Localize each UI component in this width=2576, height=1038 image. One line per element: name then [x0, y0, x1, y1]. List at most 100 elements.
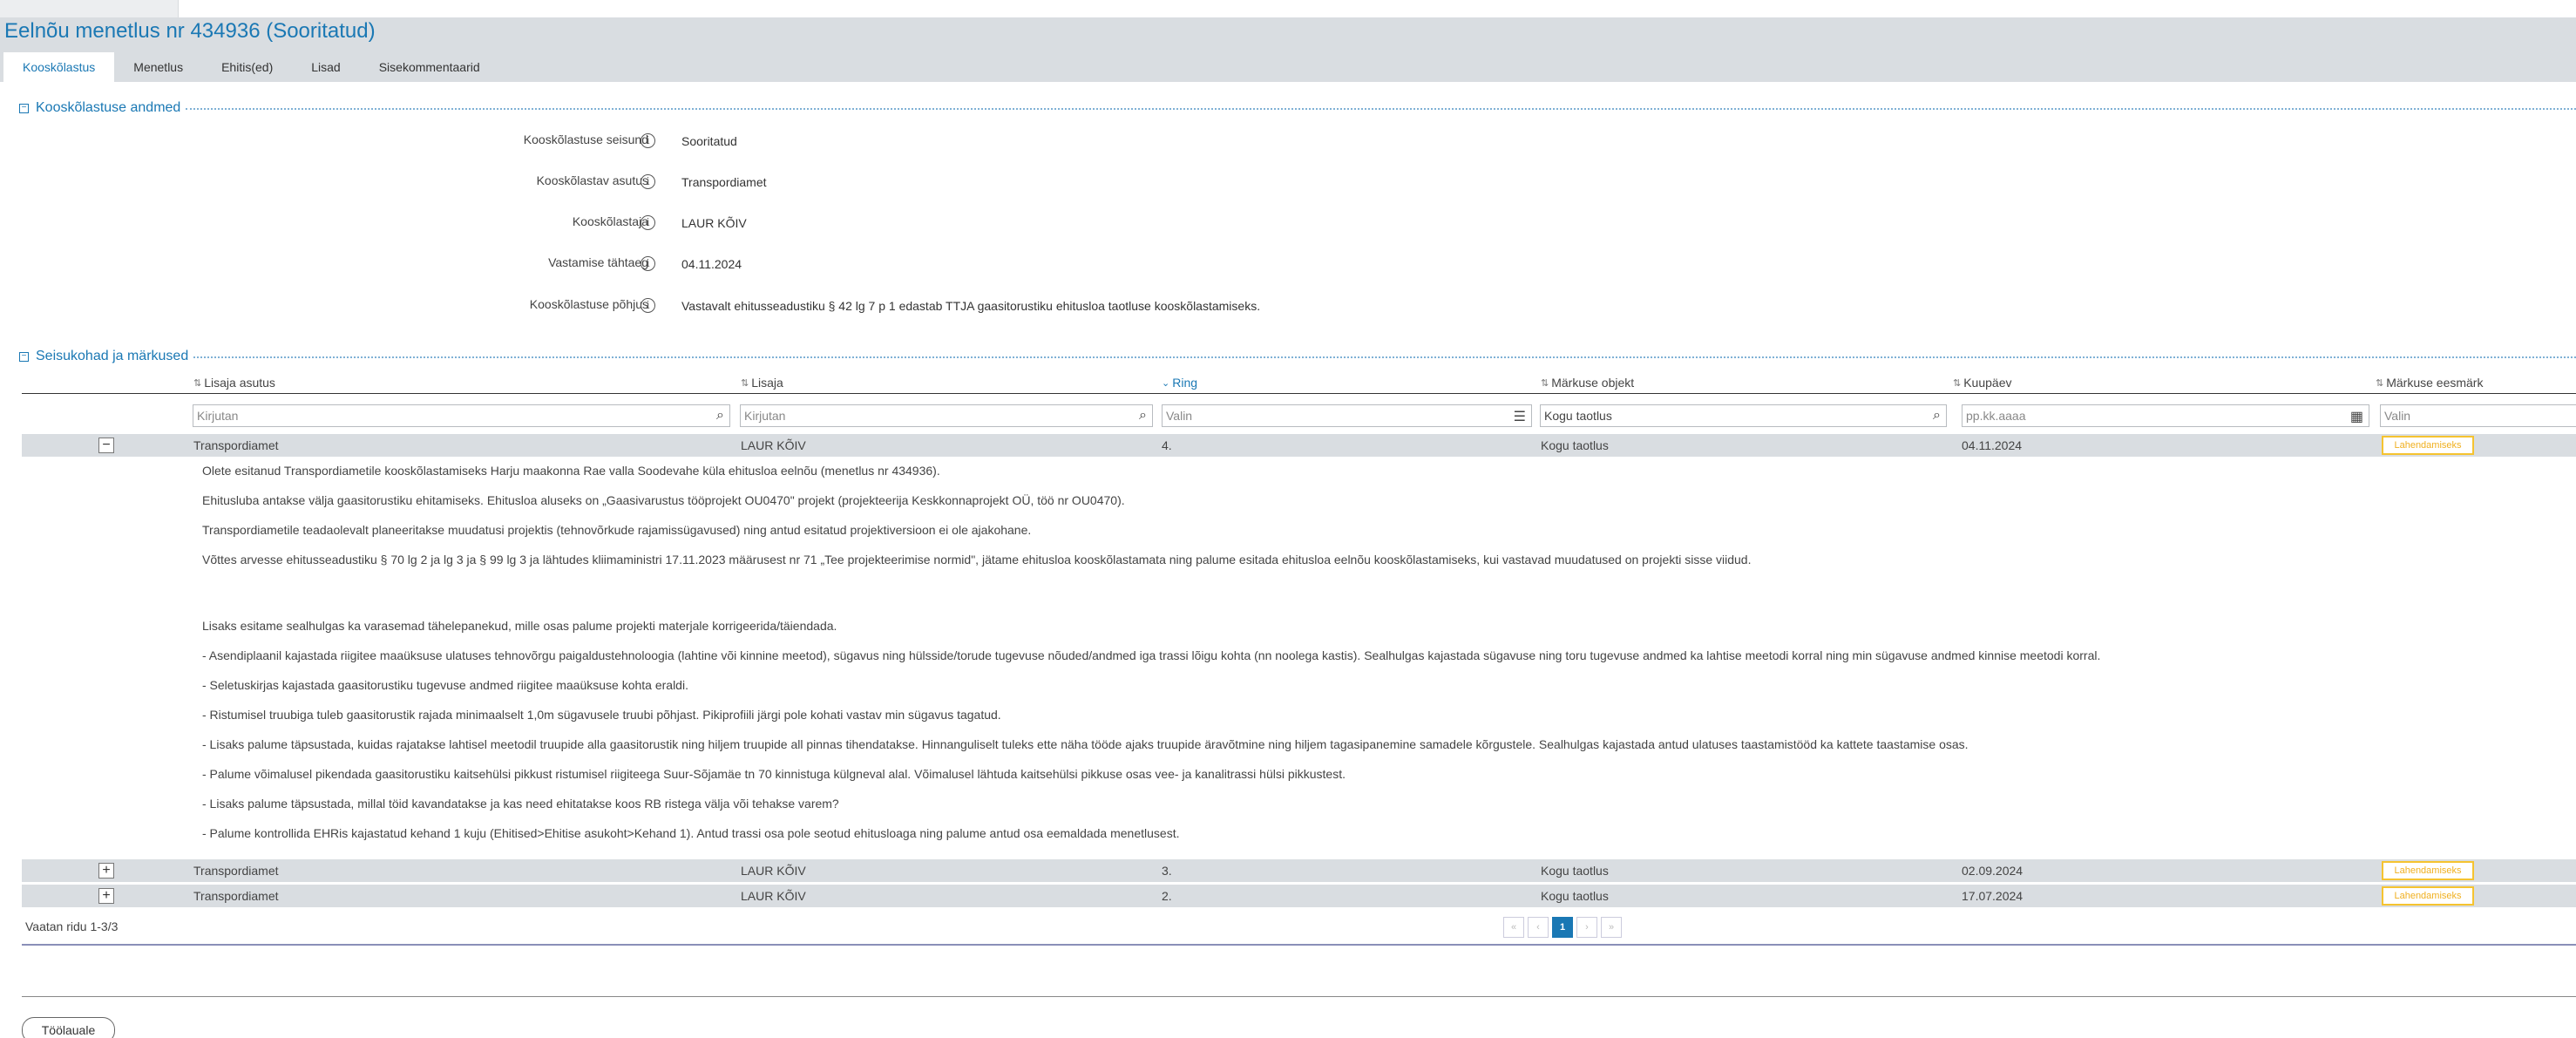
sort-icon: ⇅ [2376, 377, 2384, 389]
filter-markuse-eesmark[interactable]: Valin [2380, 404, 2576, 427]
column-header-ring[interactable]: ⌄ Ring [1162, 372, 1197, 393]
page-header: Eelnõu menetlus nr 434936 (Sooritatud) K… [0, 17, 2576, 82]
field-value: LAUR KÕIV [681, 216, 747, 230]
sort-icon: ⇅ [193, 377, 202, 389]
tab-kooskolastus[interactable]: Kooskõlastus [3, 52, 115, 82]
info-icon[interactable]: i [641, 256, 655, 271]
expand-row-button[interactable]: + [98, 863, 114, 879]
cell-ring: 4. [1162, 438, 1172, 452]
field-value: Transpordiamet [681, 175, 767, 189]
page-divider [22, 996, 2576, 997]
last-page-button[interactable]: » [1601, 917, 1622, 938]
detail-paragraph: - Asendiplaanil kajastada riigitee maaük… [202, 648, 2101, 662]
field-value: 04.11.2024 [681, 257, 742, 271]
field-label: Kooskõlastaja [572, 214, 648, 228]
cell-lisaja: LAUR KÕIV [741, 864, 806, 878]
table-row[interactable]: + Transpordiamet LAUR KÕIV 3. Kogu taotl… [22, 859, 2576, 882]
list-icon[interactable]: ☰ [1514, 408, 1526, 425]
search-icon[interactable]: ⌕ [1933, 408, 1941, 424]
cell-ring: 3. [1162, 864, 1172, 878]
next-page-button[interactable]: › [1576, 917, 1597, 938]
filter-lisaja-asutus[interactable]: Kirjutan ⌕ [193, 404, 730, 427]
pagination: « ‹ 1 › » [1503, 917, 1622, 938]
field-label: Kooskõlastuse põhjus [529, 297, 648, 311]
search-icon[interactable]: ⌕ [1139, 408, 1147, 424]
cell-markuse-objekt: Kogu taotlus [1541, 864, 1609, 878]
column-header-kuupaev[interactable]: ⇅ Kuupäev [1953, 372, 2012, 393]
column-header-lisaja-asutus[interactable]: ⇅ Lisaja asutus [193, 372, 275, 393]
tab-sisekommentaarid[interactable]: Sisekommentaarid [360, 52, 499, 82]
sort-icon: ⇅ [1953, 377, 1962, 389]
page-1-button[interactable]: 1 [1552, 917, 1573, 938]
cell-markuse-objekt: Kogu taotlus [1541, 438, 1609, 452]
first-page-button[interactable]: « [1503, 917, 1524, 938]
detail-paragraph: - Seletuskirjas kajastada gaasitorustiku… [202, 678, 688, 692]
table-row[interactable]: − Transpordiamet LAUR KÕIV 4. Kogu taotl… [22, 434, 2576, 457]
status-badge: Lahendamiseks [2382, 886, 2474, 906]
cell-lisaja: LAUR KÕIV [741, 889, 806, 903]
section-divider [193, 356, 2576, 358]
column-header-markuse-objekt[interactable]: ⇅ Märkuse objekt [1541, 372, 1634, 393]
prev-page-button[interactable]: ‹ [1528, 917, 1549, 938]
top-strip [0, 0, 2576, 17]
table-row[interactable]: + Transpordiamet LAUR KÕIV 2. Kogu taotl… [22, 885, 2576, 907]
field-kooskolastuse-seisund: Kooskõlastuse seisund i Sooritatud [0, 131, 2576, 150]
detail-paragraph: Transpordiametile teadaolevalt planeerit… [202, 523, 1032, 537]
collapse-toggle[interactable]: − [19, 351, 29, 362]
cell-kuupaev: 02.09.2024 [1962, 864, 2024, 878]
collapse-toggle[interactable]: − [19, 103, 29, 113]
field-value: Sooritatud [681, 134, 737, 148]
detail-paragraph: - Palume kontrollida EHRis kajastatud ke… [202, 826, 1180, 840]
filter-lisaja[interactable]: Kirjutan ⌕ [740, 404, 1153, 427]
cell-kuupaev: 17.07.2024 [1962, 889, 2024, 903]
filter-kuupaev[interactable]: pp.kk.aaaa ▦ [1962, 404, 2369, 427]
collapse-row-button[interactable]: − [98, 438, 114, 453]
field-label: Kooskõlastuse seisund [523, 132, 648, 146]
section-title[interactable]: Seisukohad ja märkused [36, 349, 188, 364]
field-label: Kooskõlastav asutus [536, 173, 648, 187]
info-icon[interactable]: i [641, 174, 655, 189]
info-icon[interactable]: i [641, 133, 655, 148]
field-kooskolastaja: Kooskõlastaja i LAUR KÕIV [0, 213, 2576, 232]
tab-ehitised[interactable]: Ehitis(ed) [202, 52, 292, 82]
calendar-icon[interactable]: ▦ [2350, 408, 2363, 425]
detail-paragraph: Olete esitanud Transpordiametile kooskõl… [202, 464, 940, 478]
info-icon[interactable]: i [641, 298, 655, 313]
tab-lisad[interactable]: Lisad [292, 52, 359, 82]
column-header-markuse-eesmark[interactable]: ⇅ Märkuse eesmärk [2376, 372, 2483, 393]
detail-paragraph: - Lisaks palume täpsustada, kuidas rajat… [202, 737, 1969, 751]
header-underline [22, 393, 2576, 394]
column-header-lisaja[interactable]: ⇅ Lisaja [741, 372, 783, 393]
expand-row-button[interactable]: + [98, 888, 114, 904]
cell-lisaja-asutus: Transpordiamet [193, 438, 279, 452]
sort-desc-icon: ⌄ [1162, 377, 1170, 389]
cell-kuupaev: 04.11.2024 [1962, 438, 2023, 452]
detail-paragraph: - Palume võimalusel pikendada gaasitorus… [202, 767, 1346, 781]
cell-lisaja-asutus: Transpordiamet [193, 864, 279, 878]
status-badge: Lahendamiseks [2382, 861, 2474, 880]
field-value: Vastavalt ehitusseadustiku § 42 lg 7 p 1… [681, 299, 1261, 313]
toolaual-button[interactable]: Töölauale [22, 1017, 115, 1038]
detail-paragraph: Lisaks esitame sealhulgas ka varasemad t… [202, 619, 837, 633]
detail-paragraph: - Ristumisel truubiga tuleb gaasitorusti… [202, 708, 1001, 722]
section-divider [186, 108, 2576, 110]
section-seisukohad: − Seisukohad ja märkused [19, 348, 2576, 365]
field-vastamise-tahtaeg: Vastamise tähtaeg i 04.11.2024 [0, 254, 2576, 273]
info-icon[interactable]: i [641, 215, 655, 230]
detail-paragraph: Võttes arvesse ehitusseadustiku § 70 lg … [202, 553, 1752, 566]
top-strip-tab [0, 0, 179, 17]
search-icon[interactable]: ⌕ [716, 408, 724, 424]
detail-paragraph: Ehitusluba antakse välja gaasitorustiku … [202, 493, 1125, 507]
field-kooskolastav-asutus: Kooskõlastav asutus i Transpordiamet [0, 172, 2576, 191]
cell-markuse-objekt: Kogu taotlus [1541, 889, 1609, 903]
section-title[interactable]: Kooskõlastuse andmed [36, 100, 180, 116]
field-kooskolastuse-pohjus: Kooskõlastuse põhjus i Vastavalt ehituss… [0, 295, 2576, 315]
detail-paragraph: - Lisaks palume täpsustada, millal töid … [202, 797, 839, 811]
tab-bar: Kooskõlastus Menetlus Ehitis(ed) Lisad S… [0, 52, 499, 82]
filter-ring[interactable]: Valin ☰ [1162, 404, 1532, 427]
filter-markuse-objekt[interactable]: Kogu taotlus ⌕ [1540, 404, 1947, 427]
sort-icon: ⇅ [1541, 377, 1549, 389]
grid-record-count: Vaatan ridu 1-3/3 [25, 919, 119, 933]
tab-menetlus[interactable]: Menetlus [114, 52, 202, 82]
field-label: Vastamise tähtaeg [548, 255, 648, 269]
